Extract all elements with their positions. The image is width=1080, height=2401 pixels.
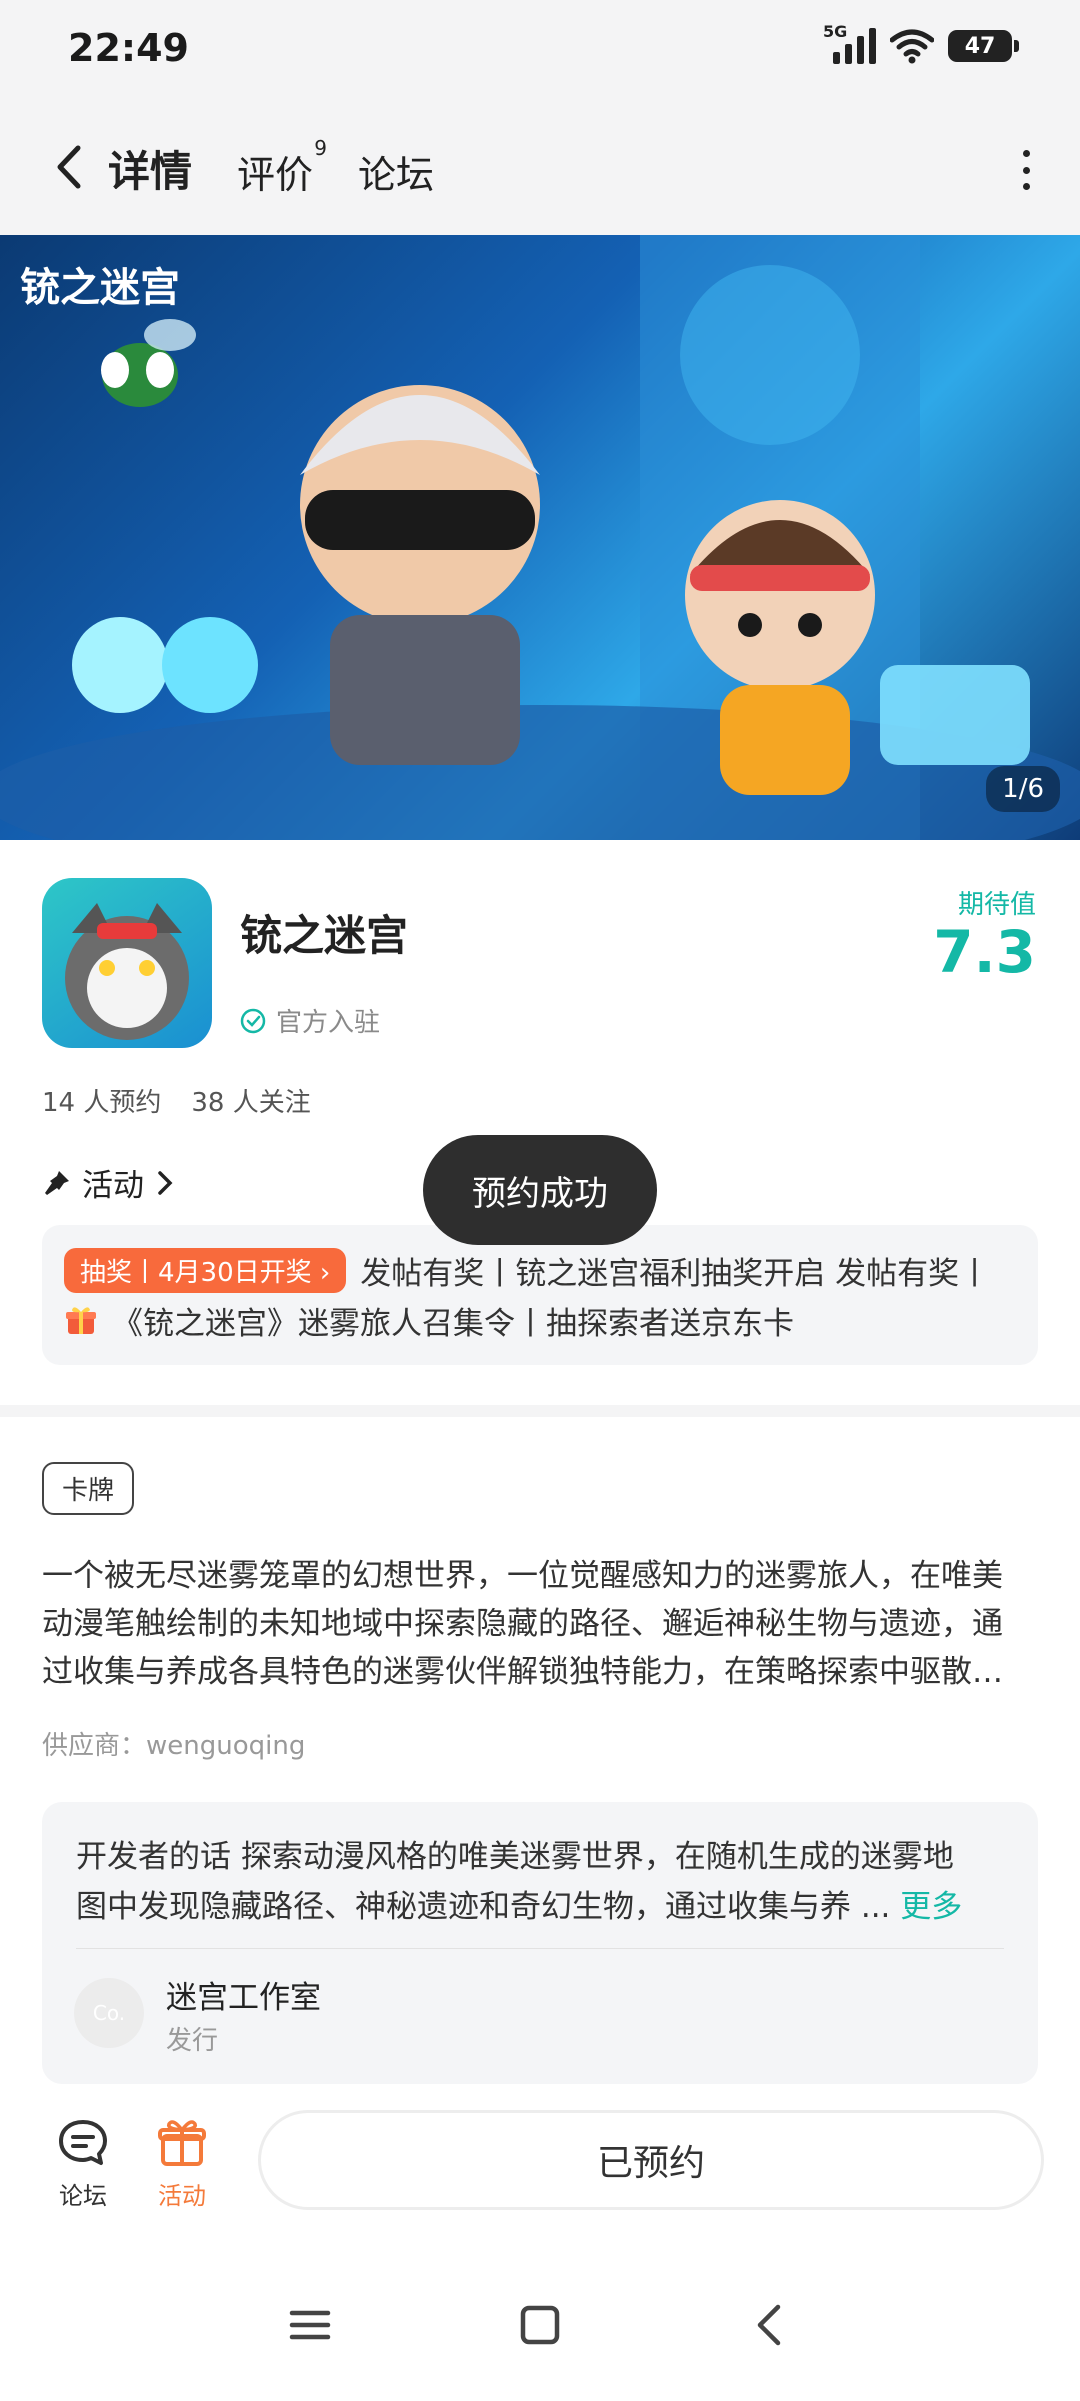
- hero-banner[interactable]: 铳之迷宫 1/6: [0, 235, 1080, 840]
- app-name: 铳之迷宫: [240, 911, 409, 960]
- description-line: 动漫笔触绘制的未知地域中探索隐藏的路径、邂逅神秘生物与遗迹，通: [42, 1606, 1003, 1642]
- promo-line-2: 《铳之迷宫》迷雾旅人召集令丨抽探索者送京东卡: [64, 1295, 1018, 1345]
- developer-notes-label: 开发者的话: [76, 1839, 231, 1875]
- gift-box-icon: [158, 2120, 206, 2166]
- status-icons: 5G 47: [823, 22, 1019, 64]
- back-nav-icon[interactable]: [740, 2295, 800, 2355]
- gift-icon: [66, 1307, 96, 1334]
- activity-promo-card[interactable]: 抽奖丨4月30日开奖 › 发帖有奖丨铳之迷宫福利抽奖开启 发帖有奖丨 《铳之迷宫…: [42, 1225, 1038, 1365]
- developer-notes: 开发者的话 探索动漫风格的唯美迷雾世界，在随机生成的迷雾地 图中发现隐藏路径、神…: [76, 1832, 1006, 1932]
- follower-count: 38 人关注: [191, 1088, 311, 1118]
- activity-label: 活动: [82, 1168, 144, 1204]
- developer-role: 发行: [166, 2026, 219, 2056]
- genre-tag[interactable]: 卡牌: [42, 1462, 135, 1515]
- activity-header[interactable]: 活动: [42, 1160, 176, 1205]
- tab-details-label: 详情: [108, 147, 193, 196]
- forum-chat-icon: [59, 2120, 107, 2165]
- reservation-count: 14 人预约: [42, 1088, 162, 1118]
- menu-icon[interactable]: [280, 2295, 340, 2355]
- tab-bar: 详情 评价 9 论坛: [108, 136, 434, 207]
- activity-tab-label: 活动: [158, 2182, 206, 2210]
- wifi-icon: [890, 29, 934, 64]
- network-type: 5G: [823, 22, 848, 41]
- tab-details[interactable]: 详情: [108, 138, 193, 207]
- supplier-info: 供应商：wenguoqing: [42, 1731, 306, 1761]
- developer-notes-line-2: 图中发现隐藏路径、神秘遗迹和奇幻生物，通过收集与养 ...: [76, 1889, 891, 1925]
- promo-text-1: 发帖有奖丨铳之迷宫福利抽奖开启 发帖有奖丨: [360, 1255, 991, 1292]
- forum-button[interactable]: 论坛: [38, 2116, 128, 2211]
- battery-icon: 47: [948, 30, 1019, 62]
- tab-reviews-label: 评价: [237, 153, 314, 197]
- system-nav-bar: [0, 2240, 1080, 2401]
- cellular-signal-icon: 5G: [823, 22, 876, 64]
- app-icon: [42, 878, 212, 1048]
- hero-page-counter: 1/6: [986, 766, 1060, 812]
- bottom-action-bar: 论坛 活动 已预约: [0, 2100, 1080, 2230]
- lottery-tag[interactable]: 抽奖丨4月30日开奖 ›: [64, 1247, 347, 1293]
- back-arrow-icon[interactable]: [44, 140, 98, 194]
- forum-label: 论坛: [59, 2182, 107, 2210]
- expectation-score: 期待值 7.3: [933, 884, 1036, 985]
- developer-avatar[interactable]: Co.: [74, 1978, 144, 2048]
- status-bar: 22:49 5G 47: [0, 0, 1080, 100]
- promo-text-2: 《铳之迷宫》迷雾旅人召集令丨抽探索者送京东卡: [112, 1305, 794, 1342]
- reservation-success-toast: 预约成功: [423, 1135, 657, 1245]
- top-nav: 详情 评价 9 论坛: [0, 100, 1080, 235]
- developer-name[interactable]: 迷宫工作室: [166, 1972, 321, 2017]
- hero-title: 铳之迷宫: [20, 265, 180, 311]
- pin-icon: [45, 1170, 69, 1195]
- status-time: 22:49: [68, 26, 189, 70]
- chevron-right-icon: [158, 1170, 173, 1195]
- game-description[interactable]: 一个被无尽迷雾笼罩的幻想世界，一位觉醒感知力的迷雾旅人，在唯美 动漫笔触绘制的未…: [42, 1552, 1038, 1696]
- tab-forum[interactable]: 论坛: [358, 144, 434, 207]
- app-stats: 14 人预约 38 人关注: [42, 1082, 311, 1119]
- activity-button[interactable]: 活动: [137, 2116, 227, 2211]
- more-options-icon[interactable]: [1016, 150, 1036, 190]
- verified-label: 官方入驻: [276, 1008, 381, 1038]
- rating-value: 7.3: [933, 918, 1036, 986]
- verified-badge: 官方入驻: [240, 1002, 380, 1039]
- description-line: 一个被无尽迷雾笼罩的幻想世界，一位觉醒感知力的迷雾旅人，在唯美: [42, 1558, 1003, 1594]
- more-link[interactable]: 更多: [900, 1889, 962, 1925]
- tab-reviews[interactable]: 评价 9: [237, 136, 327, 207]
- home-square-icon[interactable]: [510, 2295, 570, 2355]
- check-circle-icon: [240, 1008, 266, 1033]
- rating-label: 期待值: [957, 890, 1036, 920]
- reserved-button[interactable]: 已预约: [258, 2110, 1044, 2210]
- divider: [76, 1948, 1004, 1949]
- section-divider: [0, 1405, 1080, 1417]
- tab-reviews-count: 9: [314, 136, 328, 160]
- developer-notes-card: 开发者的话 探索动漫风格的唯美迷雾世界，在随机生成的迷雾地 图中发现隐藏路径、神…: [42, 1802, 1038, 2084]
- developer-notes-line-1: 探索动漫风格的唯美迷雾世界，在随机生成的迷雾地: [240, 1839, 954, 1875]
- hero-artwork: [0, 235, 1080, 840]
- tab-forum-label: 论坛: [358, 153, 435, 197]
- description-line: 过收集与养成各具特色的迷雾伙伴解锁独特能力，在策略探索中驱散…: [42, 1654, 1003, 1690]
- promo-line-1: 抽奖丨4月30日开奖 › 发帖有奖丨铳之迷宫福利抽奖开启 发帖有奖丨: [64, 1245, 1018, 1295]
